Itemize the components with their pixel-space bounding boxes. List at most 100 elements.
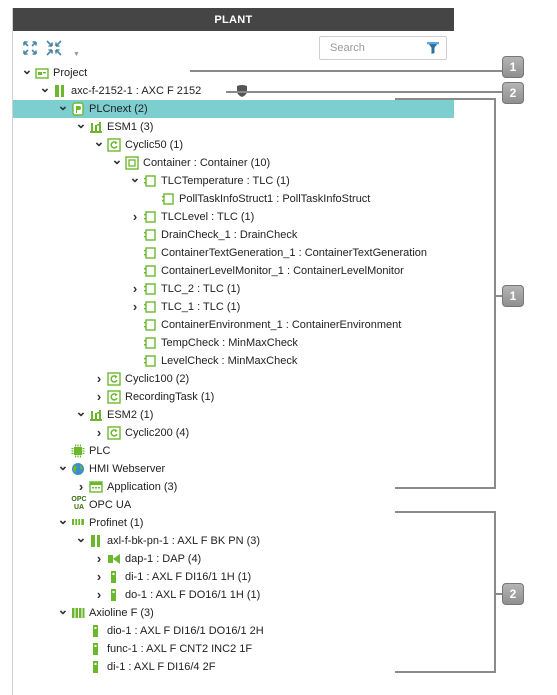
tree-node-containerenvironment[interactable]: ContainerEnvironment_1 : ContainerEnviro… — [13, 316, 454, 334]
tree-node-di1[interactable]: › di-1 : AXL F DI16/1 1H (1) — [13, 568, 454, 586]
tree-node-tlc1[interactable]: › TLC_1 : TLC (1) — [13, 298, 454, 316]
chevron-right-icon[interactable]: › — [93, 388, 105, 406]
tree-node-label: TempCheck : MinMaxCheck — [161, 337, 298, 349]
program-icon — [143, 246, 157, 260]
tree-node-hmiwebserver[interactable]: ⌄ HMI Webserver — [13, 459, 454, 478]
plc-icon — [71, 444, 85, 458]
tree-node-label: Container : Container (10) — [143, 157, 271, 169]
chevron-down-icon[interactable]: ⌄ — [21, 63, 33, 82]
search-box[interactable] — [319, 36, 447, 60]
dap-icon — [107, 552, 121, 566]
chevron-right-icon[interactable]: › — [93, 568, 105, 586]
tree-node-cyclic50[interactable]: ⌄ Cyclic50 (1) — [13, 135, 454, 154]
program-icon — [143, 354, 157, 368]
program-icon — [143, 300, 157, 314]
esm-icon — [89, 408, 103, 422]
tree-node-label: RecordingTask (1) — [125, 391, 215, 403]
tree-node-label: TLC_2 : TLC (1) — [161, 283, 241, 295]
tree-node-esm1[interactable]: ⌄ ESM1 (3) — [13, 117, 454, 136]
chevron-right-icon[interactable]: › — [93, 550, 105, 568]
tree-node-containertextgeneration[interactable]: ContainerTextGeneration_1 : ContainerTex… — [13, 244, 454, 262]
chevron-down-icon[interactable]: ⌄ — [57, 603, 69, 622]
container-icon — [125, 156, 139, 170]
panel-title: PLANT — [13, 8, 454, 31]
expand-all-icon[interactable] — [22, 40, 38, 56]
tree-node-label: axl-f-bk-pn-1 : AXL F BK PN (3) — [107, 535, 261, 547]
toolbar: ▼ — [13, 31, 454, 67]
callout-badge: 1 — [502, 56, 524, 78]
plcnext-icon — [71, 102, 85, 116]
tree-node-di1axl[interactable]: di-1 : AXL F DI16/4 2F — [13, 658, 454, 676]
tree-node-label: HMI Webserver — [89, 463, 166, 475]
chevron-right-icon[interactable]: › — [129, 280, 141, 298]
task-icon — [107, 426, 121, 440]
filter-icon[interactable] — [426, 41, 440, 55]
program-icon — [143, 336, 157, 350]
application-icon — [89, 480, 103, 494]
tree-node-dap1[interactable]: › dap-1 : DAP (4) — [13, 550, 454, 568]
collapse-all-icon[interactable] — [46, 40, 62, 56]
tree-node-esm2[interactable]: ⌄ ESM2 (1) — [13, 405, 454, 424]
tree-node-opcua[interactable]: OPC UA OPC UA — [13, 496, 454, 514]
tree-node-plc[interactable]: PLC — [13, 442, 454, 460]
chevron-down-icon[interactable]: ⌄ — [39, 81, 51, 100]
tree-node-tlctemperature[interactable]: ⌄ TLCTemperature : TLC (1) — [13, 171, 454, 190]
tree-node-axioline[interactable]: ⌄ Axioline F (3) — [13, 603, 454, 622]
callout-leader-line — [494, 295, 502, 297]
tree-node-dio1[interactable]: dio-1 : AXL F DI16/1 DO16/1 2H — [13, 622, 454, 640]
io-module-icon — [89, 660, 103, 674]
tree-node-tlclevel[interactable]: › TLCLevel : TLC (1) — [13, 208, 454, 226]
controller-icon — [53, 84, 67, 98]
tree-node-cyclic100[interactable]: › Cyclic100 (2) — [13, 370, 454, 388]
tree-node-tempcheck[interactable]: TempCheck : MinMaxCheck — [13, 334, 454, 352]
tree-node-label: di-1 : AXL F DI16/4 2F — [107, 661, 216, 673]
tree-node-levelcheck[interactable]: LevelCheck : MinMaxCheck — [13, 352, 454, 370]
chevron-right-icon[interactable]: › — [129, 208, 141, 226]
tree-node-func1[interactable]: func-1 : AXL F CNT2 INC2 1F — [13, 640, 454, 658]
toolbar-menu-caret-icon[interactable]: ▼ — [73, 51, 80, 58]
tree-node-containerlevelmonitor[interactable]: ContainerLevelMonitor_1 : ContainerLevel… — [13, 262, 454, 280]
chevron-down-icon[interactable]: ⌄ — [75, 117, 87, 136]
tree-node-label: di-1 : AXL F DI16/1 1H (1) — [125, 571, 252, 583]
chevron-down-icon[interactable]: ⌄ — [57, 513, 69, 532]
chevron-down-icon[interactable]: ⌄ — [75, 531, 87, 550]
callout-leader-line — [226, 91, 502, 93]
search-input[interactable] — [324, 40, 432, 56]
tree-node-label: ESM2 (1) — [107, 409, 154, 421]
chevron-right-icon[interactable]: › — [129, 298, 141, 316]
tree-node-label: TLC_1 : TLC (1) — [161, 301, 241, 313]
tree-node-label: func-1 : AXL F CNT2 INC2 1F — [107, 643, 253, 655]
chevron-down-icon[interactable]: ⌄ — [111, 153, 123, 172]
callout-badge: 2 — [502, 82, 524, 104]
chevron-down-icon[interactable]: ⌄ — [129, 171, 141, 190]
chevron-down-icon[interactable]: ⌄ — [75, 405, 87, 424]
project-icon — [35, 66, 49, 80]
plant-panel: PLANT ▼ ⌄Project⌄axc-f-2152-1 : AXC F 21… — [12, 8, 454, 695]
tree-node-label: Application (3) — [107, 481, 178, 493]
program-icon — [143, 174, 157, 188]
tree-node-container[interactable]: ⌄ Container : Container (10) — [13, 153, 454, 172]
tree-node-tlc2[interactable]: › TLC_2 : TLC (1) — [13, 280, 454, 298]
chevron-right-icon[interactable]: › — [93, 424, 105, 442]
chevron-down-icon[interactable]: ⌄ — [57, 459, 69, 478]
axioline-icon — [71, 606, 85, 620]
tree-node-application[interactable]: › Application (3) — [13, 478, 454, 496]
chevron-right-icon[interactable]: › — [75, 478, 87, 496]
chevron-right-icon[interactable]: › — [93, 370, 105, 388]
chevron-down-icon[interactable]: ⌄ — [57, 99, 69, 118]
program-icon — [143, 318, 157, 332]
tree-node-do1[interactable]: › do-1 : AXL F DO16/1 1H (1) — [13, 586, 454, 604]
tree-node-label: TLCLevel : TLC (1) — [161, 211, 255, 223]
task-icon — [107, 138, 121, 152]
callout-bracket — [395, 511, 496, 673]
tree-node-axlbkpn[interactable]: ⌄ axl-f-bk-pn-1 : AXL F BK PN (3) — [13, 531, 454, 550]
chevron-right-icon[interactable]: › — [93, 586, 105, 604]
chevron-down-icon[interactable]: ⌄ — [93, 135, 105, 154]
tree-node-project[interactable]: ⌄ Project — [13, 63, 454, 82]
task-icon — [107, 372, 121, 386]
io-module-icon — [107, 588, 121, 602]
tree-node-cyclic200[interactable]: › Cyclic200 (4) — [13, 424, 454, 442]
task-icon — [107, 390, 121, 404]
tree-node-draincheck[interactable]: DrainCheck_1 : DrainCheck — [13, 226, 454, 244]
tree-node-polltask[interactable]: PollTaskInfoStruct1 : PollTaskInfoStruct — [13, 190, 454, 208]
